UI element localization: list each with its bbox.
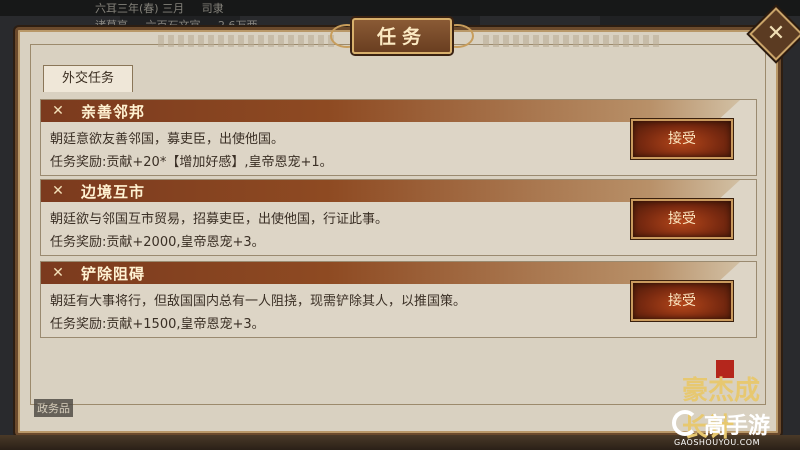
quest-title: 铲除阻碍	[81, 265, 146, 283]
quest-card: ✕ 边境互市 朝廷欲与邻国互市贸易，招募吏臣，出使他国，行证此事。 任务奖励:贡…	[40, 179, 757, 256]
crossed-swords-icon: ✕	[52, 103, 64, 119]
watermark-brand: 高手游	[704, 414, 771, 439]
game-logo: 豪杰成长计	[682, 360, 762, 443]
close-icon: ✕	[766, 21, 786, 46]
tab-diplomatic-quests[interactable]: 外交任务	[43, 65, 133, 92]
crossed-swords-icon: ✕	[52, 183, 64, 199]
region-text: 司隶	[201, 2, 224, 15]
brand-g-icon	[672, 410, 698, 436]
crossed-swords-icon: ✕	[52, 265, 64, 281]
dialog-title: 任务	[376, 26, 427, 48]
quest-description: 朝廷有大事将行，但敌国国内总有一人阻挠，现需铲除其人，以推国策。	[50, 294, 467, 309]
site-watermark: 高手游 GAOSHOUYOU.COM	[672, 408, 800, 450]
quest-card: ✕ 亲善邻邦 朝廷意欲友善邻国，募吏臣，出使他国。 任务奖励:贡献+20*【增加…	[40, 99, 757, 176]
accept-button[interactable]: 接受	[631, 199, 733, 239]
quest-reward: 任务奖励:贡献+20*【增加好感】,皇帝恩宠+1。	[50, 155, 333, 170]
quest-title: 边境互市	[81, 183, 146, 201]
date-text: 六耳三年(春) 三月	[95, 2, 185, 15]
quest-reward: 任务奖励:贡献+1500,皇帝恩宠+3。	[50, 317, 265, 332]
accept-button[interactable]: 接受	[631, 281, 733, 321]
background-status-bar: 六耳三年(春) 三月 司隶 诸葛亮 六百石文官 2.6万两	[95, 0, 345, 32]
bottom-left-label[interactable]: 政务品	[34, 399, 73, 417]
quest-description: 朝廷意欲友善邻国，募吏臣，出使他国。	[50, 132, 285, 147]
accept-button[interactable]: 接受	[631, 119, 733, 159]
quest-description: 朝廷欲与邻国互市贸易，招募吏臣，出使他国，行证此事。	[50, 212, 389, 227]
quest-title: 亲善邻邦	[81, 103, 146, 121]
dialog-title-plate: 任务	[330, 12, 474, 58]
watermark-url: GAOSHOUYOU.COM	[674, 438, 761, 447]
decorative-pattern-left	[158, 35, 338, 47]
quest-reward: 任务奖励:贡献+2000,皇帝恩宠+3。	[50, 235, 265, 250]
decorative-pattern-right	[483, 35, 663, 47]
quest-card: ✕ 铲除阻碍 朝廷有大事将行，但敌国国内总有一人阻挠，现需铲除其人，以推国策。 …	[40, 261, 757, 338]
